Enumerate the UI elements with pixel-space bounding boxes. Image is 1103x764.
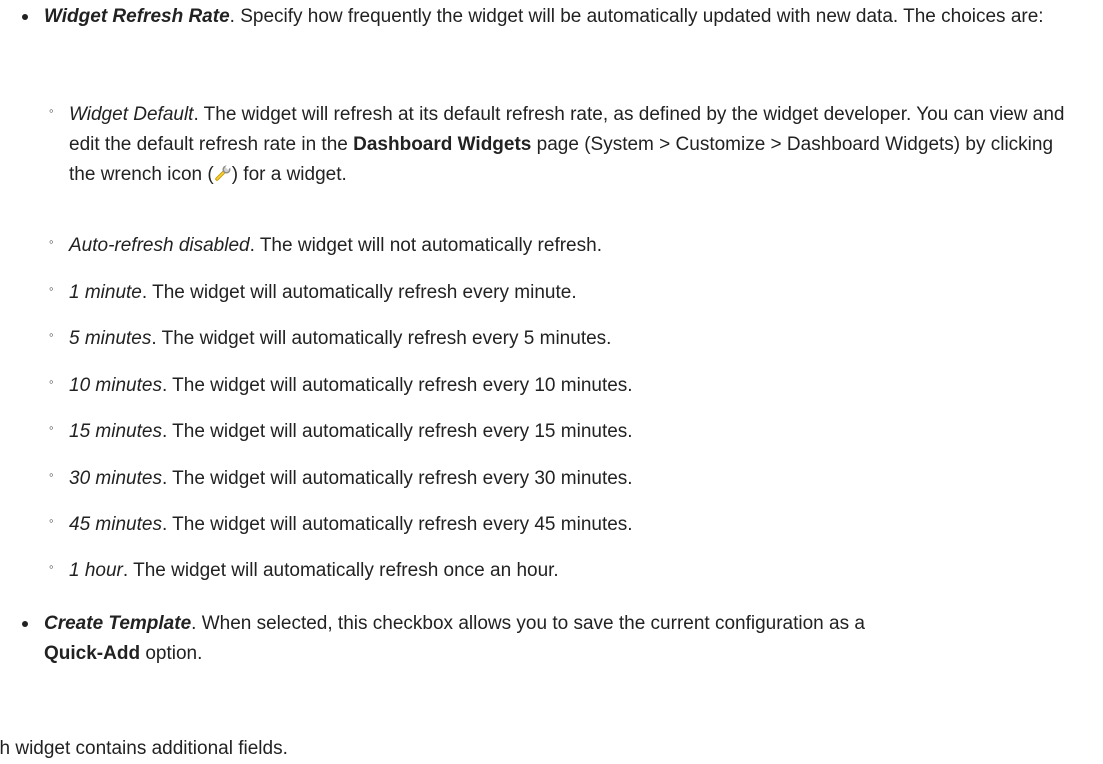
option-desc: . The widget will automatically refresh …	[161, 468, 633, 489]
option-10-minutes: ◦ 10 minutes. The widget will automatica…	[49, 371, 1079, 401]
option-desc: . The widget will not automatically refr…	[249, 235, 602, 256]
option-term: 5 minutes	[69, 328, 152, 349]
sub-marker-icon: ◦	[49, 103, 54, 118]
option-text: 30 minutes. The widget will automaticall…	[69, 464, 1079, 494]
option-desc: . The widget will automatically refresh …	[151, 328, 612, 349]
refresh-rate-desc: . Specify how frequently the widget will…	[229, 6, 1044, 27]
option-1-minute: ◦ 1 minute. The widget will automaticall…	[49, 278, 1079, 308]
refresh-rate-text: Widget Refresh Rate. Specify how frequen…	[44, 2, 1092, 32]
sub-marker-icon: ◦	[49, 234, 54, 249]
option-auto-refresh-disabled: ◦ Auto-refresh disabled. The widget will…	[49, 231, 1079, 261]
option-desc: . The widget will automatically refresh …	[161, 375, 633, 396]
option-15-minutes: ◦ 15 minutes. The widget will automatica…	[49, 417, 1079, 447]
dashboard-widgets-link: Dashboard Widgets	[353, 134, 532, 155]
sub-marker-icon: ◦	[49, 420, 54, 435]
option-term: 30 minutes	[69, 468, 162, 489]
create-template-desc: . When selected, this checkbox allows yo…	[191, 613, 865, 634]
bullet-dot-icon	[22, 14, 28, 20]
quick-add-label: Quick-Add	[44, 643, 141, 664]
option-term: 1 minute	[69, 282, 142, 303]
option-desc: . The widget will automatically refresh …	[122, 560, 559, 581]
refresh-rate-term: Widget Refresh Rate	[44, 6, 230, 27]
bullet-dot-icon	[22, 621, 28, 627]
option-text: 1 hour. The widget will automatically re…	[69, 556, 1079, 586]
sub-marker-icon: ◦	[49, 374, 54, 389]
sub-marker-icon: ◦	[49, 327, 54, 342]
option-term: 1 hour	[69, 560, 123, 581]
wrench-icon	[214, 164, 231, 181]
create-template-term: Create Template	[44, 613, 192, 634]
option-term: Auto-refresh disabled	[69, 235, 250, 256]
option-term: 45 minutes	[69, 514, 162, 535]
option-term: 15 minutes	[69, 421, 162, 442]
option-term: Widget Default	[69, 104, 194, 125]
option-45-minutes: ◦ 45 minutes. The widget will automatica…	[49, 510, 1079, 540]
create-template-tail: option.	[140, 643, 203, 664]
option-text: 15 minutes. The widget will automaticall…	[69, 417, 1079, 447]
option-widget-default: ◦ Widget Default. The widget will refres…	[49, 100, 1079, 190]
sub-marker-icon: ◦	[49, 559, 54, 574]
option-text: Widget Default. The widget will refresh …	[69, 100, 1079, 190]
option-text: 5 minutes. The widget will automatically…	[69, 324, 1079, 354]
option-desc-end: ) for a widget.	[231, 164, 347, 185]
option-desc: . The widget will automatically refresh …	[161, 514, 633, 535]
option-30-minutes: ◦ 30 minutes. The widget will automatica…	[49, 464, 1079, 494]
sub-marker-icon: ◦	[49, 281, 54, 296]
option-text: 1 minute. The widget will automatically …	[69, 278, 1079, 308]
create-template-item: Create Template. When selected, this che…	[22, 609, 1092, 669]
option-1-hour: ◦ 1 hour. The widget will automatically …	[49, 556, 1079, 586]
option-5-minutes: ◦ 5 minutes. The widget will automatical…	[49, 324, 1079, 354]
refresh-rate-item: Widget Refresh Rate. Specify how frequen…	[22, 2, 1092, 32]
option-desc: . The widget will automatically refresh …	[161, 421, 633, 442]
trailing-paragraph: ch widget contains additional fields.	[0, 738, 288, 759]
create-template-text: Create Template. When selected, this che…	[44, 609, 1092, 669]
option-text: Auto-refresh disabled. The widget will n…	[69, 231, 1079, 261]
option-desc: . The widget will automatically refresh …	[141, 282, 577, 303]
option-text: 45 minutes. The widget will automaticall…	[69, 510, 1079, 540]
option-text: 10 minutes. The widget will automaticall…	[69, 371, 1079, 401]
sub-marker-icon: ◦	[49, 513, 54, 528]
option-term: 10 minutes	[69, 375, 162, 396]
sub-marker-icon: ◦	[49, 467, 54, 482]
